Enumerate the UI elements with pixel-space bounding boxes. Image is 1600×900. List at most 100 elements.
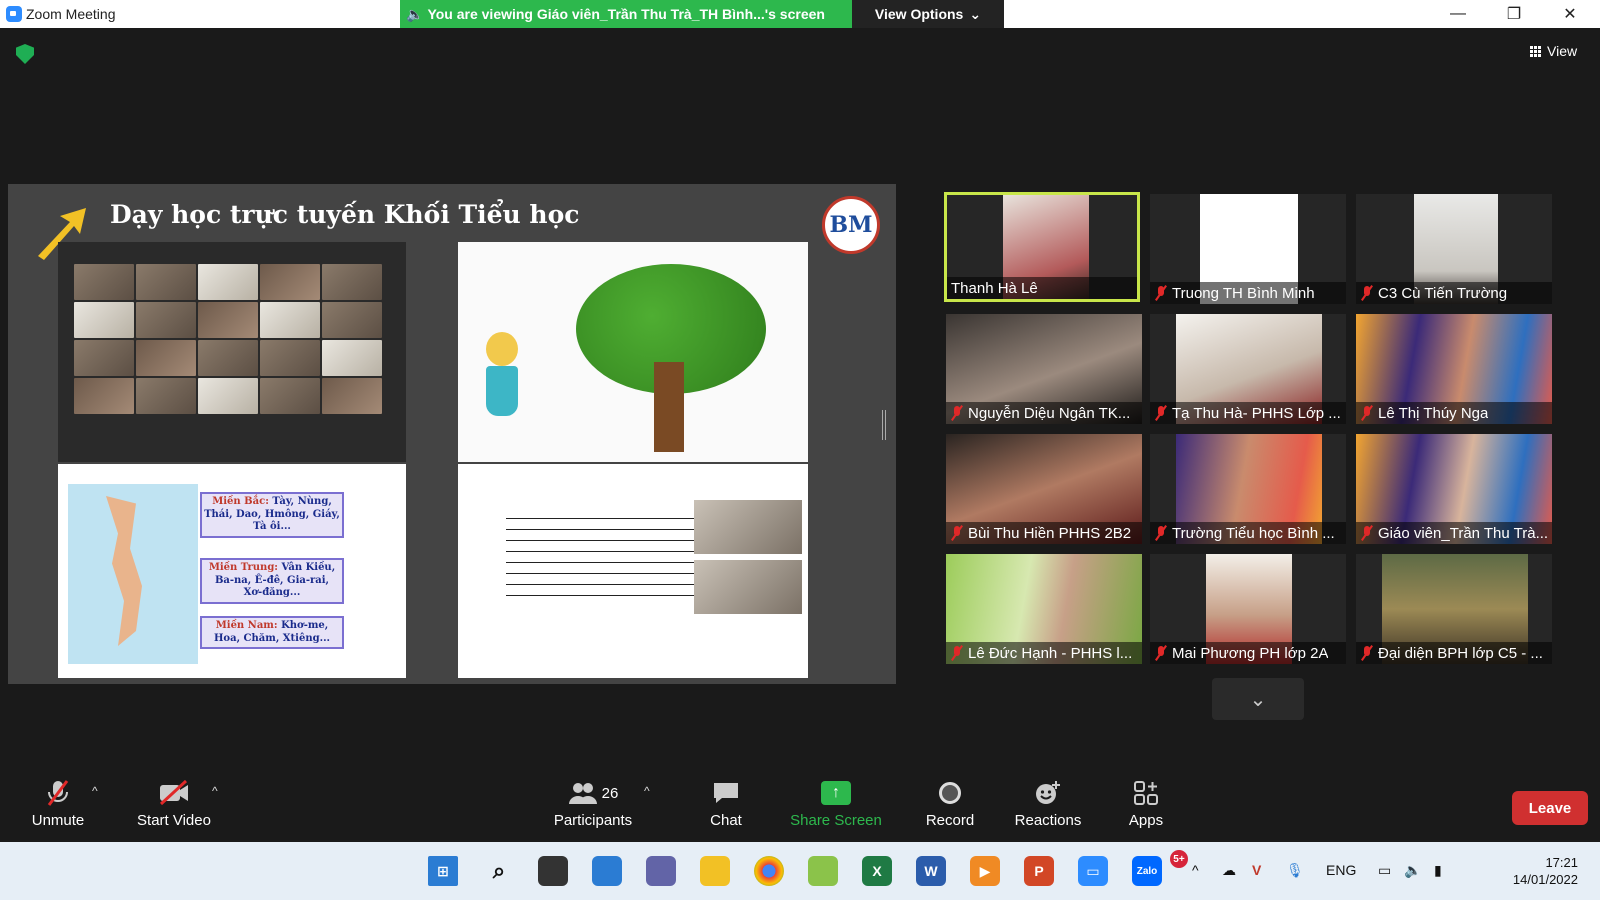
participant-tile[interactable]: Giáo viên_Trần Thu Trà...	[1356, 434, 1552, 544]
view-options-button[interactable]: View Options ⌄	[852, 0, 1004, 28]
muted-mic-icon	[950, 405, 964, 421]
excel-icon[interactable]: X	[862, 856, 892, 886]
participant-tile[interactable]: Đại diện BPH lớp C5 - ...	[1356, 554, 1552, 664]
reactions-button[interactable]: Reactions	[1010, 778, 1086, 829]
clock-date: 14/01/2022	[1512, 872, 1578, 887]
participant-name: Tạ Thu Hà- PHHS Lớp ...	[1172, 404, 1341, 422]
next-page-button[interactable]: ⌄	[1212, 678, 1304, 720]
speaker-icon: 🔈	[406, 5, 424, 22]
clock-time: 17:21	[1545, 855, 1578, 870]
muted-mic-icon	[1360, 405, 1374, 421]
powerpoint-icon[interactable]: P	[1024, 856, 1054, 886]
audio-options-caret-icon[interactable]: ^	[92, 784, 98, 798]
security-shield-icon[interactable]	[16, 44, 34, 64]
participant-tile[interactable]: Truong TH Bình Minh	[1150, 194, 1346, 304]
participant-name: C3 Cù Tiến Trường	[1378, 284, 1508, 302]
participant-name: Lê Thị Thúy Nga	[1378, 404, 1489, 422]
participant-name: Lê Đức Hạnh - PHHS l...	[968, 644, 1133, 662]
apps-button[interactable]: Apps	[1126, 778, 1166, 829]
view-button[interactable]: View	[1524, 38, 1590, 64]
participant-tile[interactable]: C3 Cù Tiến Trường	[1356, 194, 1552, 304]
participant-tile[interactable]: Mai Phương PH lớp 2A	[1150, 554, 1346, 664]
muted-mic-icon	[1154, 525, 1168, 541]
participant-count: 26	[601, 784, 619, 802]
student-video	[694, 560, 802, 614]
participant-tile[interactable]: Lê Đức Hạnh - PHHS l...	[946, 554, 1142, 664]
muted-mic-icon	[950, 645, 964, 661]
title-bar: Zoom Meeting 🔈 You are viewing Giáo viên…	[0, 0, 1600, 28]
viewing-screen-banner: 🔈 You are viewing Giáo viên_Trần Thu Trà…	[400, 0, 852, 28]
word-icon[interactable]: W	[916, 856, 946, 886]
zalo-icon[interactable]: Zalo	[1132, 856, 1162, 886]
slide-title: Dạy học trực tuyến Khối Tiểu học	[110, 200, 580, 229]
muted-mic-icon	[1154, 645, 1168, 661]
close-button[interactable]: ✕	[1542, 0, 1598, 28]
zalo-notification-badge: 5+	[1170, 850, 1188, 868]
participant-name: Đại diện BPH lớp C5 - ...	[1378, 644, 1543, 662]
restore-button[interactable]: ❐	[1486, 0, 1542, 28]
zoom-taskbar-icon[interactable]: ▭	[1078, 856, 1108, 886]
region-box-north: Miền Bắc: Tày, Nùng, Thái, Dao, Hmông, G…	[200, 492, 344, 538]
panel-resize-handle[interactable]	[882, 410, 886, 440]
slide-music-worksheet	[458, 464, 808, 678]
chevron-down-icon: ⌄	[1249, 688, 1267, 711]
leave-button[interactable]: Leave	[1512, 791, 1588, 825]
muted-mic-icon	[1360, 285, 1374, 301]
teams-chat-icon[interactable]	[646, 856, 676, 886]
media-player-icon[interactable]: ▶	[970, 856, 1000, 886]
windows-taskbar: ⊞ ⌕ X W ▶ P ▭ Zalo 5+ ^ ☁ V 🎙 ENG ▭ 🔈 ▮ …	[0, 842, 1600, 900]
chevron-up-icon[interactable]: ^	[1192, 862, 1199, 878]
participant-name: Thanh Hà Lê	[951, 279, 1038, 297]
participants-caret-icon[interactable]: ^	[644, 784, 650, 798]
meeting-toolbar: Unmute ^ Start Video ^ 26 Participants ^…	[0, 772, 1600, 840]
task-view-icon[interactable]	[538, 856, 568, 886]
muted-mic-icon	[1360, 525, 1374, 541]
region-box-south: Miền Nam: Khơ-me, Hoa, Chăm, Xtiêng...	[200, 616, 344, 649]
student-video	[694, 500, 802, 554]
shared-screen: Dạy học trực tuyến Khối Tiểu học BM Miền…	[8, 184, 896, 684]
participant-tile[interactable]: Lê Thị Thúy Nga	[1356, 314, 1552, 424]
muted-mic-icon	[1360, 645, 1374, 661]
cloud-icon[interactable]: ☁	[1222, 862, 1236, 879]
participant-tile[interactable]: Thanh Hà Lê	[944, 192, 1140, 302]
participants-button[interactable]: 26 Participants	[552, 778, 634, 829]
window-title: Zoom Meeting	[26, 6, 116, 22]
map-image	[68, 484, 198, 664]
slide-tree-game-image	[458, 242, 808, 462]
minimize-button[interactable]: —	[1430, 0, 1486, 28]
participant-tile[interactable]: Bùi Thu Hiền PHHS 2B2	[946, 434, 1142, 544]
app-tray-icon[interactable]: V	[1252, 862, 1261, 878]
language-indicator[interactable]: ENG	[1326, 862, 1356, 878]
unmute-button[interactable]: Unmute	[28, 778, 88, 829]
battery-icon[interactable]: ▮	[1434, 862, 1442, 879]
share-screen-button[interactable]: ↑ Share Screen	[784, 778, 888, 829]
participants-icon	[568, 783, 597, 804]
participant-tile[interactable]: Nguyễn Diệu Ngân TK...	[946, 314, 1142, 424]
start-video-button[interactable]: Start Video	[132, 778, 216, 829]
participant-tile[interactable]: Tạ Thu Hà- PHHS Lớp ...	[1150, 314, 1346, 424]
viewing-banner-text: You are viewing Giáo viên_Trần Thu Trà_T…	[427, 6, 825, 22]
slide-vietnam-map: Miền Bắc: Tày, Nùng, Thái, Dao, Hmông, G…	[58, 464, 406, 678]
network-icon[interactable]: ▭	[1378, 862, 1391, 879]
chat-icon	[714, 783, 738, 803]
chat-button[interactable]: Chat	[704, 778, 748, 829]
participant-name: Truong TH Bình Minh	[1172, 284, 1315, 302]
chrome-icon[interactable]	[754, 856, 784, 886]
app-icon[interactable]	[808, 856, 838, 886]
slide-zoom-gallery-image	[58, 242, 406, 462]
search-icon[interactable]: ⌕	[484, 856, 514, 886]
apps-icon	[1134, 781, 1158, 805]
record-button[interactable]: Record	[922, 778, 978, 829]
windows-start-icon[interactable]: ⊞	[428, 856, 458, 886]
file-explorer-icon[interactable]	[700, 856, 730, 886]
volume-icon[interactable]: 🔈	[1404, 862, 1421, 879]
participant-tile[interactable]: Trường Tiểu học Bình ...	[1150, 434, 1346, 544]
view-button-label: View	[1547, 43, 1578, 59]
widgets-icon[interactable]	[592, 856, 622, 886]
microphone-icon[interactable]: 🎙	[1286, 862, 1304, 879]
taskbar-clock[interactable]: 17:21 14/01/2022	[1502, 854, 1578, 888]
school-logo: BM	[822, 196, 880, 254]
chevron-down-icon: ⌄	[969, 5, 982, 22]
video-options-caret-icon[interactable]: ^	[212, 784, 218, 798]
reactions-icon	[1036, 781, 1060, 804]
